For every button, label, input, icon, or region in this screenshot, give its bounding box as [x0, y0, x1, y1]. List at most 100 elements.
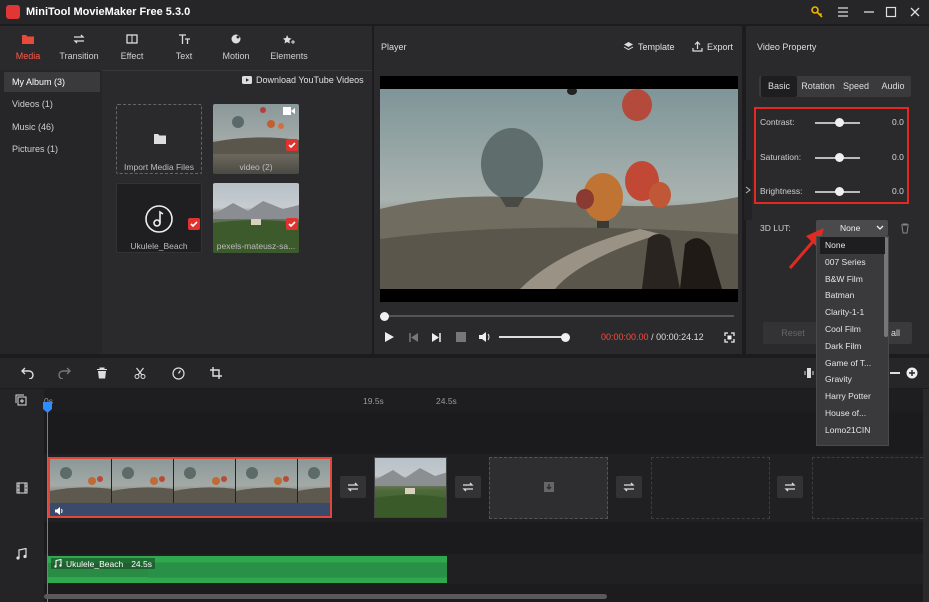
saturation-knob[interactable]	[835, 153, 844, 162]
tab-transition[interactable]: Transition	[55, 32, 103, 61]
tab-rotation[interactable]: Rotation	[798, 76, 838, 97]
fullscreen-icon[interactable]	[724, 332, 735, 343]
drop-slot[interactable]	[489, 457, 608, 519]
tab-media-label: Media	[15, 51, 41, 61]
folder-icon	[154, 134, 166, 144]
sidebar-item-videos[interactable]: Videos (1)	[4, 94, 100, 114]
checked-icon	[286, 139, 298, 151]
speed-icon[interactable]	[172, 367, 185, 380]
music-note-icon	[54, 559, 62, 568]
scissors-icon[interactable]	[134, 367, 146, 379]
previous-frame-icon[interactable]	[408, 332, 419, 343]
maximize-icon[interactable]	[884, 5, 898, 19]
progress-knob[interactable]	[380, 312, 389, 321]
sidebar-item-my-album[interactable]: My Album (3)	[4, 72, 100, 92]
playhead[interactable]	[47, 402, 48, 602]
video-track-icon	[16, 482, 28, 494]
transition-slot[interactable]	[340, 476, 366, 498]
redo-icon[interactable]	[58, 367, 71, 379]
vertical-scrollbar[interactable]	[923, 389, 929, 602]
youtube-icon	[242, 76, 252, 84]
volume-knob[interactable]	[561, 333, 570, 342]
delete-icon[interactable]	[96, 367, 108, 379]
lut-option[interactable]: House of...	[820, 405, 885, 422]
property-title: Video Property	[757, 42, 817, 52]
video-preview[interactable]	[380, 76, 738, 302]
lut-option[interactable]: Clarity-1-1	[820, 304, 885, 321]
stop-icon[interactable]	[456, 332, 466, 342]
template-button[interactable]: Template	[623, 41, 675, 52]
swap-icon	[462, 482, 474, 492]
play-icon[interactable]	[384, 331, 395, 343]
tab-basic[interactable]: Basic	[761, 76, 797, 97]
reset-button[interactable]: Reset	[763, 322, 823, 344]
volume-track[interactable]	[499, 336, 565, 338]
swap-icon	[623, 482, 635, 492]
trash-icon[interactable]	[900, 223, 910, 234]
tab-media[interactable]: Media	[4, 32, 52, 61]
audio-clip[interactable]: Ukulele_Beach 24.5s	[48, 556, 447, 583]
lut-option[interactable]: None	[820, 237, 885, 254]
transition-slot[interactable]	[455, 476, 481, 498]
lut-option[interactable]: Harry Potter	[820, 388, 885, 405]
lut-option[interactable]: Lomo21CIN	[820, 422, 885, 439]
clip-volume-icon[interactable]	[54, 507, 64, 515]
menu-icon[interactable]	[836, 5, 850, 19]
add-track-icon[interactable]	[15, 394, 27, 406]
playhead-handle[interactable]	[43, 402, 52, 413]
lut-option[interactable]: Batman	[820, 287, 885, 304]
key-icon[interactable]	[810, 5, 824, 19]
balloon-video-frame	[380, 89, 738, 289]
lut-option[interactable]: B&W Film	[820, 271, 885, 288]
tab-text-label: Text	[175, 51, 193, 61]
close-icon[interactable]	[908, 5, 922, 19]
video-clip[interactable]	[48, 457, 332, 518]
zoom-in-icon[interactable]	[906, 367, 918, 379]
lut-option[interactable]: Game of T...	[820, 355, 885, 372]
time-display: 00:00:00.00 / 00:00:24.12	[601, 332, 704, 342]
transition-slot[interactable]	[616, 476, 642, 498]
minimize-icon[interactable]	[862, 5, 876, 19]
lut-option[interactable]: Dark Film	[820, 338, 885, 355]
empty-slot[interactable]	[651, 457, 770, 519]
download-youtube-button[interactable]: Download YouTube Videos	[242, 75, 364, 85]
crop-icon[interactable]	[210, 367, 222, 379]
lut-option[interactable]: 007 Series	[820, 254, 885, 271]
collapse-handle[interactable]	[744, 160, 752, 220]
tab-effect[interactable]: Effect	[108, 32, 156, 61]
transition-slot[interactable]	[777, 476, 803, 498]
camera-icon	[283, 107, 295, 115]
volume-icon[interactable]	[478, 331, 492, 343]
tab-elements-label: Elements	[270, 51, 308, 61]
tab-audio[interactable]: Audio	[875, 76, 911, 97]
current-time: 00:00:00.00	[601, 332, 649, 342]
zoom-out-icon[interactable]	[890, 372, 900, 374]
tab-text[interactable]: Text	[160, 32, 208, 61]
contrast-knob[interactable]	[835, 118, 844, 127]
picture-clip[interactable]	[374, 457, 447, 518]
export-button[interactable]: Export	[692, 41, 733, 52]
next-frame-icon[interactable]	[431, 332, 442, 343]
swap-icon	[784, 482, 796, 492]
player-title: Player	[381, 42, 407, 52]
progress-track[interactable]	[384, 315, 734, 317]
tab-elements[interactable]: Elements	[265, 32, 313, 61]
sidebar-item-music[interactable]: Music (46)	[4, 117, 100, 137]
tab-motion[interactable]: Motion	[212, 32, 260, 61]
horizontal-scrollbar[interactable]	[44, 594, 607, 599]
zoom-fit-icon[interactable]	[804, 367, 814, 379]
music-note-icon	[145, 205, 173, 233]
lut-option[interactable]: Gravity	[820, 371, 885, 388]
tab-speed[interactable]: Speed	[838, 76, 874, 97]
saturation-value: 0.0	[892, 152, 904, 162]
sidebar-item-pictures[interactable]: Pictures (1)	[4, 139, 100, 159]
lut-option[interactable]: Cool Film	[820, 321, 885, 338]
empty-slot[interactable]	[812, 457, 923, 519]
brightness-knob[interactable]	[835, 187, 844, 196]
import-media-label: Import Media Files	[124, 162, 194, 172]
spacer-track	[44, 523, 923, 553]
template-label: Template	[638, 41, 675, 52]
video-label: video (2)	[239, 162, 273, 172]
swap-icon	[73, 34, 85, 44]
undo-icon[interactable]	[21, 367, 34, 379]
